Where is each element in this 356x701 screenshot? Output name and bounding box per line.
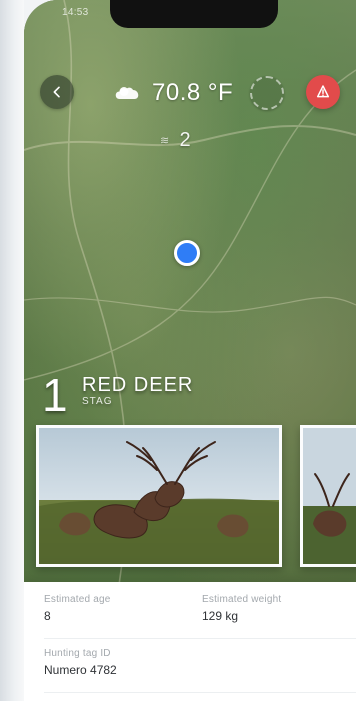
wind-indicator: ≋ 2	[160, 129, 191, 152]
status-time: 14:53	[62, 7, 89, 18]
species-count: 1	[42, 369, 68, 421]
current-location-marker[interactable]	[174, 240, 200, 266]
chevron-left-icon	[53, 86, 60, 98]
details-row-2: Hunting tag ID Numero 4782	[44, 648, 344, 677]
wind-value: 2	[179, 129, 191, 151]
details-divider-1	[44, 638, 356, 639]
species-subtitle: STAG	[82, 396, 113, 407]
temperature: 70.8 °F	[152, 79, 234, 106]
device-edge	[0, 0, 24, 701]
wind-icon: ≋	[160, 135, 170, 147]
species-photo[interactable]	[36, 425, 282, 567]
estimated-weight: Estimated weight 129 kg	[202, 594, 342, 623]
species-details-card: Estimated age 8 Estimated weight 129 kg …	[24, 582, 356, 701]
notch	[110, 0, 278, 28]
details-divider-2	[44, 692, 356, 693]
device-frame: 14:53 70.8 °F ≋ 2 1 RED DEER STAG Estima…	[0, 0, 356, 701]
species-header: 1 RED DEER STAG	[42, 372, 332, 422]
back-button[interactable]	[40, 75, 74, 109]
weather-summary: 70.8 °F	[112, 76, 233, 110]
alert-button[interactable]	[306, 75, 340, 109]
estimated-age-value: 8	[44, 609, 51, 623]
deer-photo	[39, 428, 279, 564]
partly-cloudy-icon	[112, 82, 142, 104]
deer-photo-preview	[303, 428, 356, 564]
estimated-weight-value: 129 kg	[202, 609, 239, 623]
estimated-age: Estimated age 8	[44, 594, 184, 623]
alert-icon	[316, 85, 330, 98]
hunting-tag-value: Numero 4782	[44, 663, 117, 677]
estimated-weight-label: Estimated weight	[202, 594, 282, 605]
species-name: RED DEER	[82, 374, 194, 396]
compass-button[interactable]	[250, 76, 284, 110]
hunting-tag-label: Hunting tag ID	[44, 648, 111, 659]
species-photo-next[interactable]	[300, 425, 356, 567]
app-screen: 14:53 70.8 °F ≋ 2 1 RED DEER STAG Estima…	[24, 0, 356, 701]
estimated-age-label: Estimated age	[44, 594, 111, 605]
